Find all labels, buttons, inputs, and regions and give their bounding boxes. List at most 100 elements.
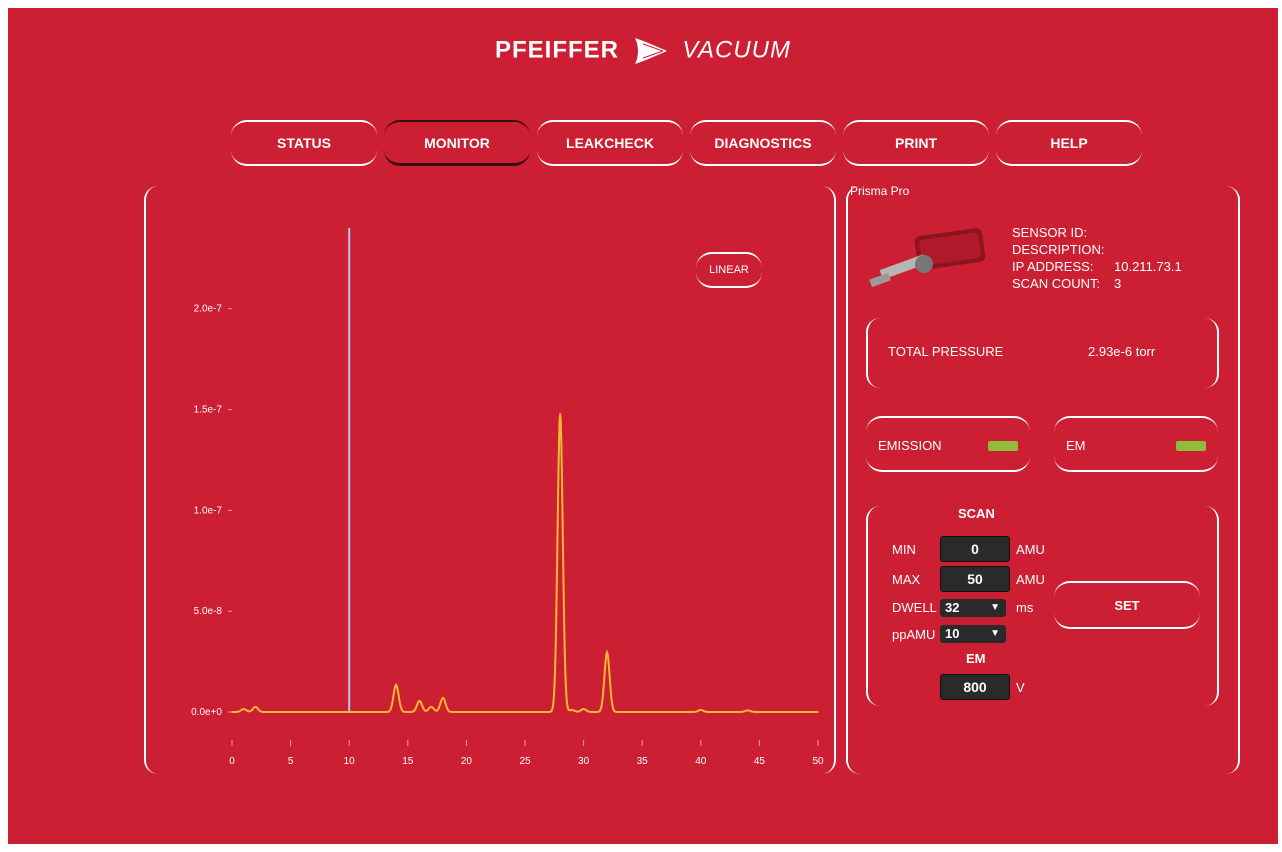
data-point: [594, 711, 597, 713]
tab-diagnostics[interactable]: DIAGNOSTICS: [690, 120, 836, 166]
max-unit: AMU: [1016, 572, 1045, 587]
em-voltage-unit: V: [1016, 680, 1025, 695]
data-point: [442, 697, 444, 699]
emission-label: EMISSION: [878, 438, 942, 453]
data-point: [500, 711, 503, 713]
tab-label: MONITOR: [424, 134, 490, 151]
set-button-label: SET: [1114, 597, 1140, 613]
app-screen: PFEIFFER VACUUM STATUS MONITOR LEAKCHECK…: [8, 8, 1278, 844]
data-point: [360, 711, 362, 713]
data-point: [453, 711, 456, 713]
tab-label: DIAGNOSTICS: [714, 135, 812, 151]
dwell-select[interactable]: 32 ▼: [940, 599, 1006, 617]
min-amu-input[interactable]: 0: [940, 536, 1010, 562]
data-point: [313, 711, 315, 713]
dropdown-arrow-icon: ▼: [990, 628, 1000, 639]
data-point: [278, 711, 280, 713]
data-point: [653, 711, 655, 713]
ppamu-label: ppAMU: [892, 627, 936, 642]
x-tick-label: 25: [519, 756, 531, 767]
data-point: [629, 711, 632, 713]
x-tick-label: 15: [402, 756, 414, 767]
ip-address-label: IP ADDRESS:: [1012, 259, 1094, 274]
spectrum-series-line: [232, 413, 818, 713]
data-point: [535, 711, 538, 713]
em-voltage-title: EM: [966, 651, 986, 666]
data-point: [770, 711, 772, 713]
data-point: [524, 711, 526, 713]
data-point: [289, 711, 292, 713]
data-point: [571, 709, 573, 711]
tab-label: LEAKCHECK: [566, 135, 654, 151]
tab-label: STATUS: [277, 135, 331, 151]
data-point: [641, 711, 643, 713]
data-point: [735, 711, 737, 713]
data-point: [489, 711, 491, 713]
data-point: [266, 711, 268, 713]
set-button[interactable]: SET: [1054, 581, 1200, 629]
data-point: [418, 700, 421, 702]
device-name: Prisma Pro: [850, 184, 910, 198]
data-point: [477, 711, 479, 713]
data-point: [758, 711, 761, 713]
data-point: [805, 711, 808, 713]
linear-scale-label: LINEAR: [709, 264, 749, 276]
data-point: [782, 711, 784, 713]
emission-indicator: EMISSION: [866, 416, 1030, 472]
min-unit: AMU: [1016, 542, 1045, 557]
data-point: [582, 708, 585, 710]
emission-status-led: [988, 441, 1018, 451]
tab-label: PRINT: [895, 135, 937, 151]
data-point: [242, 708, 245, 710]
x-tick-label: 40: [695, 756, 707, 767]
data-point: [606, 651, 608, 654]
data-point: [395, 683, 397, 686]
ppamu-value: 10: [945, 626, 960, 641]
data-point: [407, 711, 409, 713]
data-point: [231, 711, 233, 713]
description-label: DESCRIPTION:: [1012, 242, 1105, 257]
dwell-unit: ms: [1016, 600, 1034, 615]
dwell-value: 32: [945, 600, 960, 615]
y-tick-label: 1.0e-7: [194, 505, 223, 516]
data-point: [676, 711, 679, 713]
dwell-label: DWELL: [892, 600, 937, 615]
tab-monitor[interactable]: MONITOR: [384, 120, 530, 166]
data-point: [324, 711, 327, 713]
logo-brand: PFEIFFER: [494, 36, 619, 64]
x-tick-label: 10: [344, 756, 356, 767]
total-pressure-value: 2.93e-6 torr: [1088, 344, 1156, 359]
scan-count-value: 3: [1114, 276, 1122, 291]
data-point: [688, 711, 690, 713]
y-tick-label: 2.0e-7: [194, 304, 223, 315]
dropdown-arrow-icon: ▼: [990, 602, 1000, 613]
linear-scale-button[interactable]: LINEAR: [696, 252, 762, 288]
data-point: [512, 711, 515, 713]
x-tick-label: 0: [229, 756, 235, 767]
data-point: [383, 711, 386, 713]
tab-print[interactable]: PRINT: [843, 120, 989, 166]
tab-status[interactable]: STATUS: [231, 120, 377, 166]
x-tick-label: 45: [754, 756, 766, 767]
tab-leakcheck[interactable]: LEAKCHECK: [537, 120, 683, 166]
x-tick-label: 50: [812, 756, 824, 767]
tab-label: HELP: [1050, 135, 1088, 151]
max-label: MAX: [892, 572, 921, 587]
ppamu-select[interactable]: 10 ▼: [940, 625, 1006, 643]
data-point: [700, 709, 702, 711]
data-point: [301, 711, 304, 713]
em-voltage-input[interactable]: 800: [940, 674, 1010, 700]
data-point: [336, 711, 339, 713]
min-label: MIN: [892, 542, 916, 557]
y-tick-label: 1.5e-7: [194, 405, 223, 416]
total-pressure-label: TOTAL PRESSURE: [888, 344, 1004, 359]
em-label: EM: [1066, 438, 1086, 453]
logo-mark-icon: [634, 38, 667, 64]
data-point: [746, 709, 749, 712]
data-point: [793, 711, 796, 713]
total-pressure-box: TOTAL PRESSURE 2.93e-6 torr: [866, 318, 1219, 388]
max-amu-input[interactable]: 50: [940, 566, 1010, 592]
tab-help[interactable]: HELP: [996, 120, 1142, 166]
data-point: [617, 711, 620, 713]
data-point: [430, 706, 433, 708]
